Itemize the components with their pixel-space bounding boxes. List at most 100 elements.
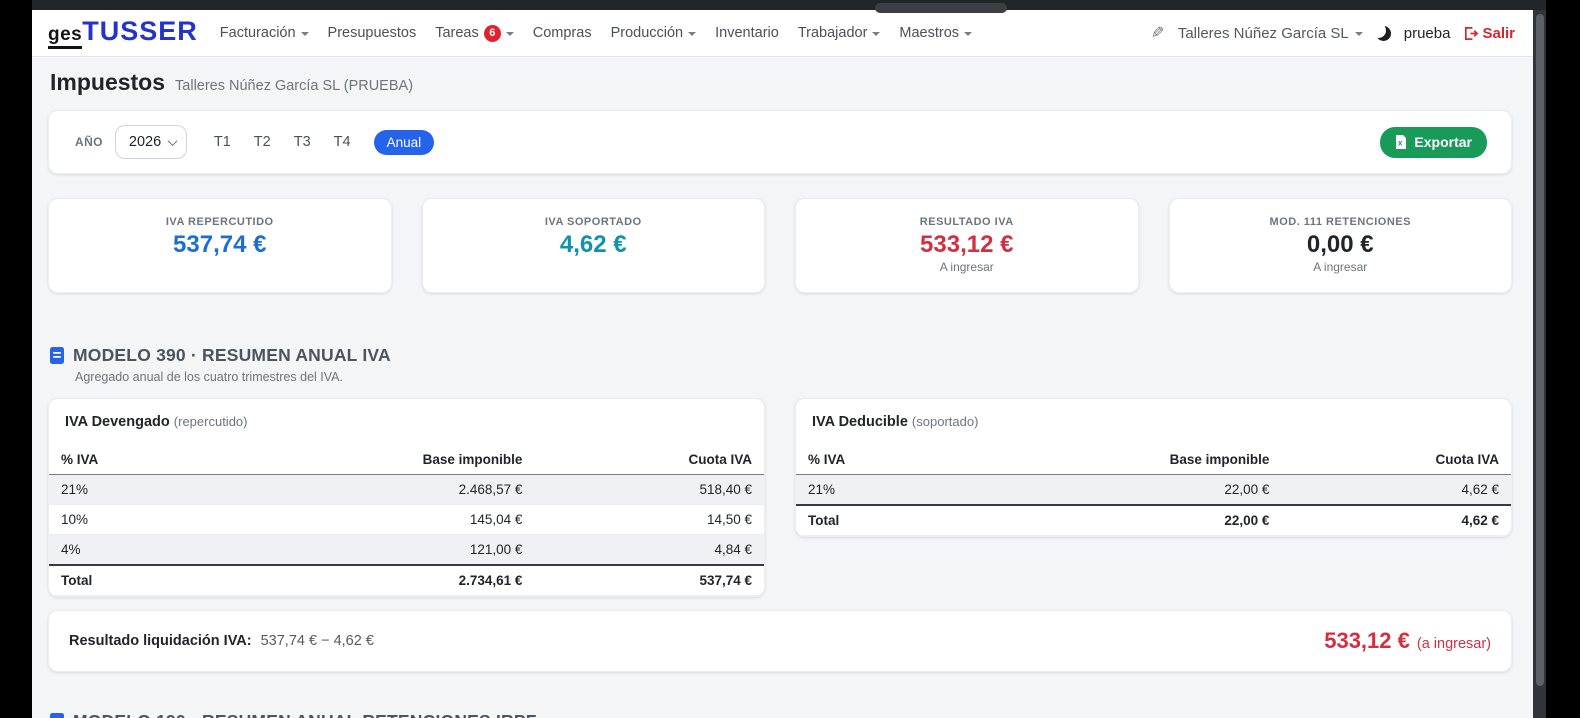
main-navbar: ges TUSSER Facturación Presupuestos Tarea… <box>32 10 1533 57</box>
card-label: IVA SOPORTADO <box>544 216 642 228</box>
document-icon <box>50 347 64 364</box>
logout-button[interactable]: Salir <box>1463 25 1515 42</box>
chevron-down-icon <box>505 32 514 36</box>
nav-label: Producción <box>610 25 684 41</box>
nav-item-tareas[interactable]: Tareas 6 <box>435 24 514 42</box>
cell-base: 145,04 € <box>469 512 523 527</box>
col-cuota-iva: Cuota IVA <box>1281 445 1511 475</box>
table-title-main: IVA Devengado <box>65 414 170 430</box>
cell-total-cuota: 537,74 € <box>699 573 752 588</box>
nav-label: Inventario <box>715 25 779 41</box>
browser-top-strip <box>32 0 1546 13</box>
iva-devengado-card: IVA Devengado (repercutido) % IVA Base i… <box>48 398 765 597</box>
tab-t2[interactable]: T2 <box>254 134 271 150</box>
dark-mode-moon-icon[interactable] <box>1376 26 1391 41</box>
section-title: MODELO 390 · RESUMEN ANUAL IVA <box>73 345 391 365</box>
page-content: Impuestos Talleres Núñez García SL (PRUE… <box>32 57 1533 718</box>
cell-total-base: 22,00 € <box>1224 513 1270 528</box>
cell-cuota: 518,40 € <box>699 482 752 497</box>
export-label: Exportar <box>1414 134 1472 150</box>
nav-label: Trabajador <box>797 25 868 41</box>
cell-cuota: 4,84 € <box>714 542 752 557</box>
app-logo[interactable]: ges TUSSER <box>48 17 198 49</box>
excel-file-icon: x <box>1396 135 1407 149</box>
col-cuota-iva: Cuota IVA <box>534 445 764 475</box>
company-name: Talleres Núñez García SL <box>1177 24 1349 42</box>
card-label: MOD. 111 RETENCIONES <box>1269 216 1411 228</box>
filter-bar: AÑO 2026 T1 T2 T3 T4 Anual x Exportar <box>48 110 1512 174</box>
card-value: 4,62 € <box>559 231 627 258</box>
nav-menu: Facturación Presupuestos Tareas 6 Compra… <box>220 24 973 42</box>
chevron-down-icon <box>167 135 178 146</box>
card-value: 537,74 € <box>173 231 267 258</box>
navbar-right: ✎ Talleres Núñez García SL prueba Salir <box>1151 23 1515 43</box>
nav-item-inventario[interactable]: Inventario <box>715 25 779 41</box>
section-subtitle: Agregado anual de los cuatro trimestres … <box>75 370 343 384</box>
quarter-tabs: T1 T2 T3 T4 Anual <box>214 129 435 155</box>
result-note: (a ingresar) <box>1416 636 1491 652</box>
table-header-row: % IVA Base imponible Cuota IVA <box>49 445 764 475</box>
tareas-count-badge: 6 <box>483 24 501 42</box>
page-subtitle: Talleres Núñez García SL (PRUEBA) <box>175 78 414 94</box>
result-formula: 537,74 € − 4,62 € <box>260 633 374 649</box>
tab-t3[interactable]: T3 <box>294 134 311 150</box>
edit-pencil-icon[interactable]: ✎ <box>1151 23 1164 43</box>
chevron-down-icon <box>964 32 973 36</box>
cell-base: 121,00 € <box>469 542 523 557</box>
vertical-scrollbar[interactable] <box>1533 0 1546 718</box>
page-header: Impuestos Talleres Núñez García SL (PRUE… <box>48 69 1512 96</box>
nav-item-maestros[interactable]: Maestros <box>899 25 973 41</box>
nav-label: Presupuestos <box>327 25 417 41</box>
chevron-down-icon <box>300 32 309 36</box>
cell-base: 2.468,57 € <box>458 482 523 497</box>
col-pct-iva: % IVA <box>796 445 957 475</box>
table-total-row: Total 2.734,61 € 537,74 € <box>49 565 764 596</box>
tab-t4[interactable]: T4 <box>334 134 351 150</box>
result-label: Resultado liquidación IVA: <box>69 633 252 649</box>
company-selector[interactable]: Talleres Núñez García SL <box>1178 25 1363 42</box>
year-value: 2026 <box>128 134 162 150</box>
table-title-note: (soportado) <box>911 414 979 429</box>
tab-t1[interactable]: T1 <box>214 134 231 150</box>
year-select[interactable]: 2026 <box>114 125 187 159</box>
nav-item-trabajador[interactable]: Trabajador <box>798 25 881 41</box>
cell-pct: 21% <box>61 482 89 497</box>
card-note: A ingresar <box>939 260 994 274</box>
iva-deducible-card: IVA Deducible (soportado) % IVA Base imp… <box>795 398 1512 537</box>
modelo-190-header: MODELO 190 · RESUMEN ANUAL RETENCIONES I… <box>48 711 1512 718</box>
logo-prefix: ges <box>48 24 83 49</box>
table-title: IVA Deducible (soportado) <box>796 414 1511 430</box>
document-icon <box>50 713 64 718</box>
nav-item-facturacion[interactable]: Facturación <box>220 25 309 41</box>
card-resultado-iva: RESULTADO IVA 533,12 € A ingresar <box>795 198 1139 293</box>
cell-pct: 21% <box>808 482 836 497</box>
app-window: ges TUSSER Facturación Presupuestos Tarea… <box>32 0 1546 718</box>
card-note: A ingresar <box>1313 260 1368 274</box>
nav-item-presupuestos[interactable]: Presupuestos <box>328 25 417 41</box>
cell-total-cuota: 4,62 € <box>1461 513 1499 528</box>
cell-total-label: Total <box>808 513 840 528</box>
cell-pct: 10% <box>61 512 89 527</box>
export-button[interactable]: x Exportar <box>1380 126 1487 158</box>
nav-label: Compras <box>532 25 592 41</box>
modelo-390-header: MODELO 390 · RESUMEN ANUAL IVA <box>48 345 1512 366</box>
card-iva-soportado: IVA SOPORTADO 4,62 € <box>421 198 765 293</box>
tab-anual[interactable]: Anual <box>373 129 435 155</box>
chevron-down-icon <box>688 32 697 36</box>
summary-cards: IVA REPERCUTIDO 537,74 € IVA SOPORTADO 4… <box>48 198 1512 293</box>
card-iva-repercutido: IVA REPERCUTIDO 537,74 € <box>48 198 392 293</box>
cell-pct: 4% <box>61 542 81 557</box>
section-title: MODELO 190 · RESUMEN ANUAL RETENCIONES I… <box>73 711 537 718</box>
col-pct-iva: % IVA <box>49 445 210 475</box>
col-base-imponible: Base imponible <box>956 445 1282 475</box>
scrollbar-thumb[interactable] <box>1535 14 1544 686</box>
nav-item-produccion[interactable]: Producción <box>611 25 697 41</box>
nav-item-compras[interactable]: Compras <box>533 25 592 41</box>
page-title: Impuestos <box>50 69 166 95</box>
iva-devengado-table: % IVA Base imponible Cuota IVA 21% 2.468… <box>49 445 764 596</box>
table-title-note: (repercutido) <box>173 414 248 429</box>
year-label: AÑO <box>75 135 103 149</box>
cell-cuota: 4,62 € <box>1461 482 1499 497</box>
table-row: 21% 22,00 € 4,62 € <box>796 474 1511 505</box>
iva-deducible-table: % IVA Base imponible Cuota IVA 21% 22,00… <box>796 445 1511 536</box>
